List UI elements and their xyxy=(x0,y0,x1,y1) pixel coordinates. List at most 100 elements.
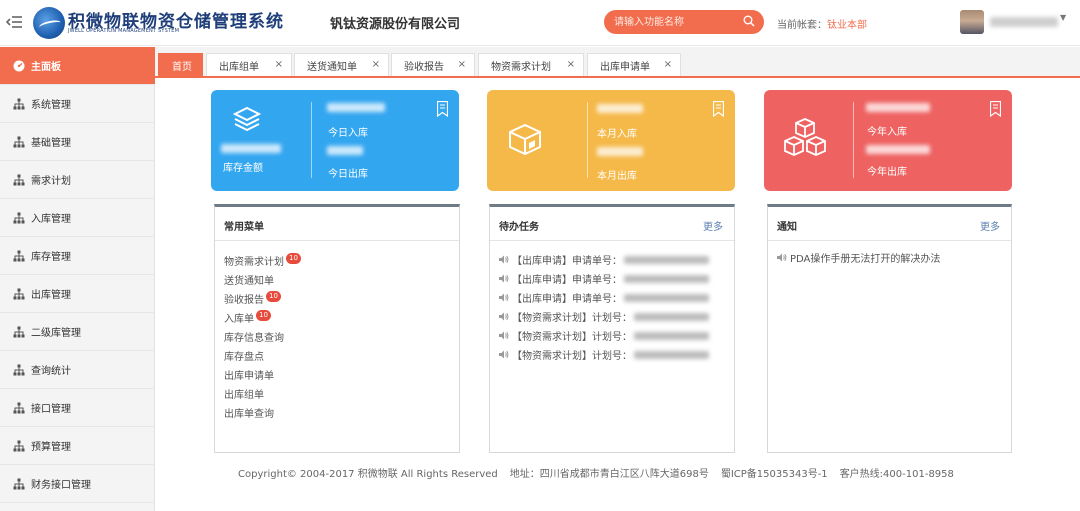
sidebar-item-label: 接口管理 xyxy=(31,404,71,415)
notice-label: PDA操作手册无法打开的解决办法 xyxy=(790,254,941,265)
panel-header: 通知 更多 xyxy=(768,207,1011,241)
tab-label: 出库组单 xyxy=(219,61,259,73)
chevron-down-icon[interactable]: ▼ xyxy=(1060,13,1066,22)
sidebar: 主面板 系统管理 基础管理 需求计划 入库管理 库存管理 出库管理 二级库管理 … xyxy=(0,47,155,511)
tab-label: 物资需求计划 xyxy=(491,61,551,73)
bookmark-icon xyxy=(437,101,448,117)
sitemap-icon xyxy=(13,478,25,490)
task-label: 【物资需求计划】计划号： xyxy=(512,313,632,324)
sidebar-item-secondary-store[interactable]: 二级库管理 xyxy=(0,313,155,351)
avatar[interactable] xyxy=(960,10,984,34)
task-item[interactable]: 【物资需求计划】计划号： xyxy=(499,309,709,324)
speaker-icon xyxy=(499,274,509,283)
footer: Copyright© 2004-2017 积微物联 All Rights Res… xyxy=(238,465,966,480)
sitemap-icon xyxy=(13,98,25,110)
task-item[interactable]: 【物资需求计划】计划号： xyxy=(499,328,709,343)
sidebar-item-dashboard[interactable]: 主面板 xyxy=(0,47,155,85)
sidebar-item-system[interactable]: 系统管理 xyxy=(0,85,155,123)
stat-card-yearly[interactable]: 今年入库 今年出库 xyxy=(764,90,1012,191)
sidebar-item-label: 财务接口管理 xyxy=(31,480,91,491)
task-label: 【出库申请】申请单号： xyxy=(512,294,622,305)
close-icon[interactable]: × xyxy=(664,59,672,70)
sidebar-item-inbound[interactable]: 入库管理 xyxy=(0,199,155,237)
task-item[interactable]: 【物资需求计划】计划号： xyxy=(499,347,709,362)
redacted-value xyxy=(597,147,643,156)
stat-card-daily[interactable]: 库存金额 今日入库 今日出库 xyxy=(211,90,459,191)
redacted-number xyxy=(624,274,709,283)
tab-home[interactable]: 首页 xyxy=(158,53,203,76)
menu-link-label: 验收报告 xyxy=(224,295,264,306)
close-icon[interactable]: × xyxy=(372,59,380,70)
layers-icon xyxy=(233,106,261,132)
close-icon[interactable]: × xyxy=(458,59,466,70)
sidebar-item-label: 预算管理 xyxy=(31,442,71,453)
hotline-text: 客户热线:400-101-8958 xyxy=(839,469,954,480)
account-value[interactable]: 钛业本部 xyxy=(827,20,867,31)
sidebar-item-label: 入库管理 xyxy=(31,214,71,225)
count-badge: 10 xyxy=(266,291,281,302)
task-item[interactable]: 【出库申请】申请单号： xyxy=(499,271,709,286)
search-input[interactable] xyxy=(614,14,734,30)
search-icon[interactable] xyxy=(743,15,755,27)
menu-link-delivery-notice[interactable]: 送货通知单 xyxy=(224,272,274,287)
menu-link-label: 物资需求计划 xyxy=(224,257,284,268)
tab-outbound-group[interactable]: 出库组单 × xyxy=(206,53,292,76)
menu-link-outbound-query[interactable]: 出库单查询 xyxy=(224,405,274,420)
panel-title: 通知 xyxy=(777,222,797,233)
menu-link-inbound-order[interactable]: 入库单 10 xyxy=(224,310,271,325)
sidebar-item-demand-plan[interactable]: 需求计划 xyxy=(0,161,155,199)
menu-link-stocktake[interactable]: 库存盘点 xyxy=(224,348,264,363)
today-inbound-label: 今日入库 xyxy=(328,128,368,139)
menu-link-label: 出库组单 xyxy=(224,390,264,401)
menu-link-label: 出库单查询 xyxy=(224,409,274,420)
menu-link-acceptance-report[interactable]: 验收报告 10 xyxy=(224,291,281,306)
stat-card-monthly[interactable]: 本月入库 本月出库 xyxy=(487,90,735,191)
bookmark-icon xyxy=(713,101,724,117)
task-label: 【物资需求计划】计划号： xyxy=(512,351,632,362)
user-name-redacted[interactable] xyxy=(990,17,1058,27)
menu-link-label: 出库申请单 xyxy=(224,371,274,382)
redacted-value xyxy=(866,145,930,154)
tab-label: 出库申请单 xyxy=(600,61,650,73)
speaker-icon xyxy=(499,293,509,302)
menu-link-label: 库存盘点 xyxy=(224,352,264,363)
notice-item[interactable]: PDA操作手册无法打开的解决办法 xyxy=(777,250,940,265)
menu-link-outbound-request[interactable]: 出库申请单 xyxy=(224,367,274,382)
sitemap-icon xyxy=(13,440,25,452)
menu-link-material-demand[interactable]: 物资需求计划 10 xyxy=(224,253,301,268)
month-outbound-label: 本月出库 xyxy=(597,171,637,182)
tab-acceptance-report[interactable]: 验收报告 × xyxy=(391,53,475,76)
menu-toggle-icon[interactable] xyxy=(5,14,24,30)
task-item[interactable]: 【出库申请】申请单号： xyxy=(499,252,709,267)
sidebar-item-interface[interactable]: 接口管理 xyxy=(0,389,155,427)
sitemap-icon xyxy=(13,364,25,376)
year-outbound-label: 今年出库 xyxy=(867,167,907,178)
tab-label: 首页 xyxy=(172,61,192,73)
more-link[interactable]: 更多 xyxy=(703,218,723,233)
menu-link-inventory-query[interactable]: 库存信息查询 xyxy=(224,329,284,344)
close-icon[interactable]: × xyxy=(567,59,575,70)
sidebar-item-outbound[interactable]: 出库管理 xyxy=(0,275,155,313)
sitemap-icon xyxy=(13,288,25,300)
sitemap-icon xyxy=(13,136,25,148)
tab-delivery-notice[interactable]: 送货通知单 × xyxy=(294,53,389,76)
sidebar-item-query-stats[interactable]: 查询统计 xyxy=(0,351,155,389)
sidebar-item-budget[interactable]: 预算管理 xyxy=(0,427,155,465)
redacted-number xyxy=(624,293,709,302)
tab-material-demand[interactable]: 物资需求计划 × xyxy=(478,53,584,76)
speaker-icon xyxy=(499,255,509,264)
task-item[interactable]: 【出库申请】申请单号： xyxy=(499,290,709,305)
search-box xyxy=(604,10,764,34)
tab-outbound-request[interactable]: 出库申请单 × xyxy=(587,53,681,76)
close-icon[interactable]: × xyxy=(275,59,283,70)
common-menu-panel: 常用菜单 物资需求计划 10 送货通知单 验收报告 10 入库单 10 库存信息查询 … xyxy=(214,204,460,453)
sidebar-item-inventory[interactable]: 库存管理 xyxy=(0,237,155,275)
panel-header: 待办任务 更多 xyxy=(490,207,734,241)
sidebar-item-label: 需求计划 xyxy=(31,176,71,187)
sitemap-icon xyxy=(13,250,25,262)
sidebar-item-basic[interactable]: 基础管理 xyxy=(0,123,155,161)
more-link[interactable]: 更多 xyxy=(980,218,1000,233)
menu-link-outbound-group[interactable]: 出库组单 xyxy=(224,386,264,401)
year-inbound-label: 今年入库 xyxy=(867,127,907,138)
sidebar-item-finance-interface[interactable]: 财务接口管理 xyxy=(0,465,155,503)
